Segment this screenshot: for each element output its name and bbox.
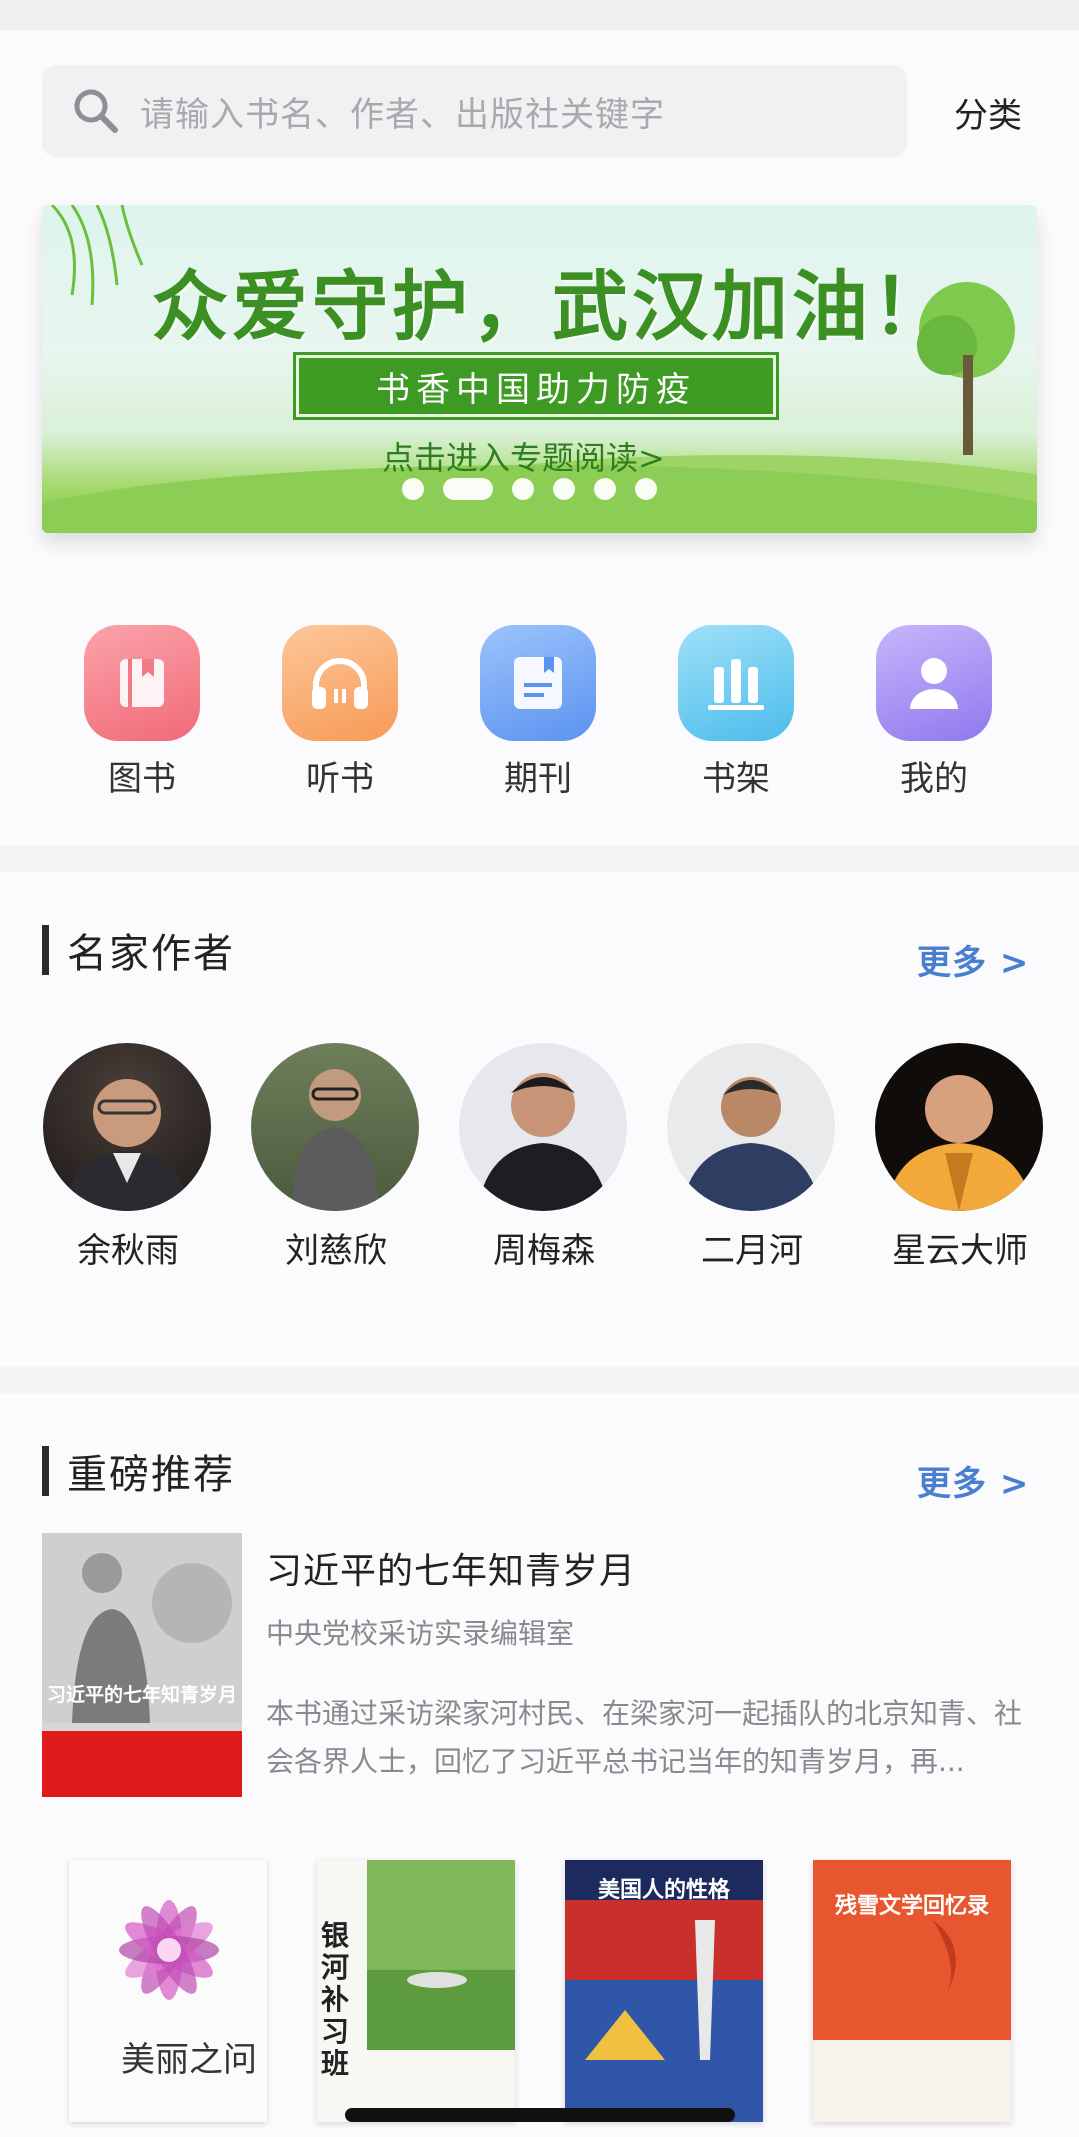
author-item[interactable]: 刘慈欣	[251, 1043, 421, 1272]
avatar	[251, 1043, 419, 1211]
carousel-dot-active[interactable]	[443, 478, 493, 500]
willow-decoration	[50, 205, 144, 306]
cover-title: 习近平的七年知青岁月	[46, 1684, 237, 1706]
author-item[interactable]: 余秋雨	[43, 1043, 213, 1272]
author-name: 余秋雨	[77, 1231, 179, 1271]
cover-title: 银河补习班	[321, 1919, 350, 2080]
nav-label: 听书	[306, 759, 374, 799]
nav-item-journals[interactable]: 期刊	[468, 625, 608, 800]
nav-label: 图书	[108, 759, 176, 799]
search-icon	[70, 85, 122, 137]
nav-label: 书架	[702, 759, 770, 799]
banner-cta[interactable]: 点击进入专题阅读>	[382, 433, 665, 479]
section-marker	[42, 1446, 49, 1496]
avatar	[667, 1043, 835, 1211]
nav-label: 我的	[900, 759, 968, 799]
featured-book-description: 本书通过采访梁家河村民、在梁家河一起插队的北京知青、社会各界人士，回忆了习近平总…	[266, 1697, 1023, 1778]
author-name: 二月河	[701, 1231, 803, 1271]
book-cover[interactable]: 美国人的性格	[565, 1860, 763, 2122]
promo-banner[interactable]: 众爱守护，武汉加油！ 书香中国助力防疫 点击进入专题阅读>	[42, 205, 1037, 533]
journal-icon	[480, 625, 596, 741]
cover-title: 残雪文学回忆录	[834, 1893, 989, 1919]
home-indicator[interactable]	[345, 2108, 735, 2122]
category-button[interactable]: 分类	[954, 88, 1022, 137]
avatar	[43, 1043, 211, 1211]
author-name: 刘慈欣	[285, 1231, 387, 1271]
featured-section-header: 重磅推荐	[42, 1443, 235, 1499]
book-icon	[84, 625, 200, 741]
section-marker	[42, 925, 49, 975]
carousel-dot[interactable]	[402, 478, 424, 500]
carousel-dot[interactable]	[553, 478, 575, 500]
avatar	[459, 1043, 627, 1211]
nav-item-audiobooks[interactable]: 听书	[270, 625, 410, 800]
carousel-indicator[interactable]	[402, 478, 657, 500]
avatar	[875, 1043, 1043, 1211]
nav-item-books[interactable]: 图书	[72, 625, 212, 800]
featured-book-author: 中央党校采访实录编辑室	[266, 1617, 575, 1650]
nav-item-bookshelf[interactable]: 书架	[666, 625, 806, 800]
author-name: 星云大师	[892, 1231, 1028, 1271]
quick-nav: 图书 听书 期刊 书架 我的	[0, 625, 1079, 805]
cover-title: 美丽之问	[121, 2040, 257, 2080]
authors-section-header: 名家作者	[42, 922, 235, 978]
nav-label: 期刊	[504, 759, 572, 799]
book-cover[interactable]: 银河补习班	[317, 1860, 515, 2122]
section-title: 名家作者	[67, 931, 235, 977]
authors-more-link[interactable]: 更多 >	[917, 935, 1029, 984]
bookshelf-icon	[678, 625, 794, 741]
featured-book-cover[interactable]: 习近平的七年知青岁月	[42, 1533, 242, 1797]
banner-tag: 书香中国助力防疫	[293, 352, 779, 420]
section-title: 重磅推荐	[67, 1452, 235, 1498]
status-bar-strip	[0, 0, 1079, 30]
book-cover[interactable]: 残雪文学回忆录	[813, 1860, 1011, 2122]
author-item[interactable]: 周梅森	[459, 1043, 629, 1272]
featured-book-title[interactable]: 习近平的七年知青岁月	[266, 1542, 636, 1594]
search-input[interactable]: 请输入书名、作者、出版社关键字	[42, 65, 907, 157]
author-item[interactable]: 星云大师	[875, 1043, 1045, 1272]
headphones-icon	[282, 625, 398, 741]
carousel-dot[interactable]	[594, 478, 616, 500]
carousel-dot[interactable]	[635, 478, 657, 500]
banner-headline: 众爱守护，武汉加油！	[152, 262, 952, 351]
author-item[interactable]: 二月河	[667, 1043, 837, 1272]
author-name: 周梅森	[493, 1231, 595, 1271]
featured-more-link[interactable]: 更多 >	[917, 1456, 1029, 1505]
nav-item-profile[interactable]: 我的	[864, 625, 1004, 800]
search-placeholder: 请输入书名、作者、出版社关键字	[140, 94, 665, 135]
book-cover[interactable]: 美丽之问	[69, 1860, 267, 2122]
carousel-dot[interactable]	[512, 478, 534, 500]
cover-title: 美国人的性格	[597, 1877, 730, 1903]
user-icon	[876, 625, 992, 741]
